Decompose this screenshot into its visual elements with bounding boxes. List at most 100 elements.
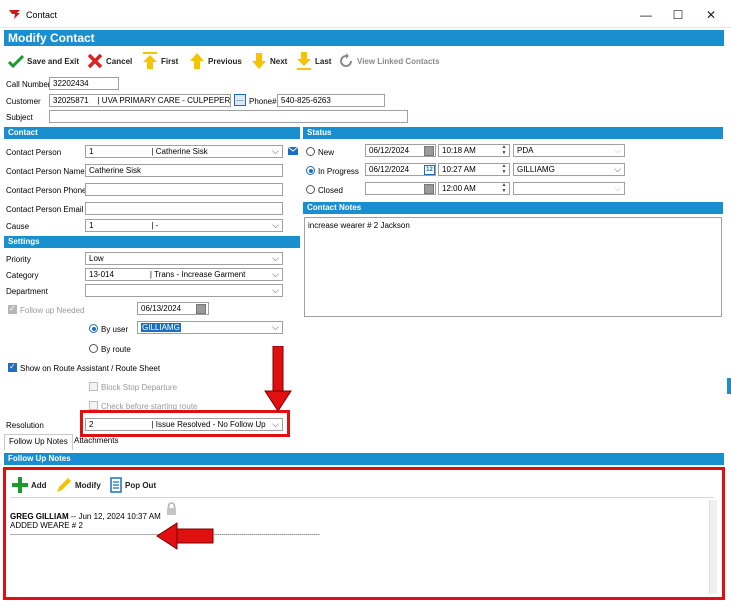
annotation-down-arrow-icon [264,346,292,412]
customer-lookup-button[interactable]: ... [234,94,246,106]
new-user-select[interactable]: PDA ⌵ [513,144,625,157]
status-inprogress-label: In Progress [318,167,359,176]
status-closed-label: Closed [318,186,343,195]
chevron-down-icon: ⌵ [272,322,279,332]
check-icon [8,54,24,68]
maximize-button[interactable]: ☐ [663,6,693,24]
subject-label: Subject [6,113,33,122]
cancel-label: Cancel [106,56,133,66]
show-route-checkbox[interactable] [8,362,17,372]
app-logo-icon [9,10,20,19]
tab-strip: Follow Up Notes Attachments [4,434,724,450]
follow-up-needed-checkbox[interactable] [8,304,17,314]
by-user-radio[interactable] [89,324,98,333]
calendar-icon[interactable] [196,304,206,314]
time-spinner[interactable]: ▲ ▼ [500,182,508,195]
category-id: 13-014 [89,270,114,279]
call-number-field[interactable]: 32202434 [49,77,119,90]
block-stop-checkbox[interactable] [89,382,98,391]
view-linked-label: View Linked Contacts [357,56,440,66]
refresh-link-icon [340,53,352,67]
tab-attachments[interactable]: Attachments [70,434,122,450]
category-name: | Trans - Increase Garment [149,270,246,279]
status-new-radio[interactable] [306,147,315,156]
minimize-button[interactable]: — [631,6,661,24]
by-user-select[interactable]: GILLIAMG ⌵ [137,321,283,334]
time-spinner[interactable]: ▲ ▼ [500,163,508,176]
status-section-header: Status [303,127,723,139]
last-label: Last [315,56,332,66]
inprogress-user-select[interactable]: GILLIAMG ⌵ [513,163,625,176]
priority-value: Low [89,254,104,263]
contact-person-name: | Catherine Sisk [151,147,208,156]
first-button[interactable]: First [142,52,178,70]
customer-name: | UVA PRIMARY CARE - CULPEPER [97,96,231,105]
phone-field[interactable]: 540-825-6263 [277,94,385,107]
email-icon[interactable] [288,147,298,155]
close-button[interactable]: ✕ [696,6,726,24]
first-arrow-icon [143,52,157,69]
chevron-down-icon: ⌵ [272,146,279,156]
previous-button[interactable]: Previous [189,52,242,70]
resolution-label: Resolution [6,421,44,430]
cause-label: Cause [6,222,30,231]
chevron-down-icon: ⌵ [272,220,279,230]
customer-label: Customer [6,97,41,106]
last-arrow-icon [297,52,311,70]
follow-up-needed-label: Follow up Needed [20,306,85,315]
contact-name-field[interactable]: Catherine Sisk [85,164,283,177]
department-select[interactable]: ⌵ [85,284,283,297]
contact-email-field[interactable] [85,202,283,215]
by-route-label: By route [101,345,131,354]
chevron-down-icon: ⌵ [272,253,279,263]
check-before-checkbox[interactable] [89,401,98,410]
contact-name-label: Contact Person Name [6,167,85,176]
toolbar: Save and Exit Cancel First Previous Next… [4,48,724,74]
calendar-icon[interactable] [424,146,434,156]
page-title: Modify Contact [4,30,724,46]
subject-field[interactable] [49,110,408,123]
priority-select[interactable]: Low ⌵ [85,252,283,265]
chevron-down-icon: ⌵ [614,164,621,174]
window-title: Contact [26,10,58,20]
contact-person-label: Contact Person [6,148,62,157]
save-exit-button[interactable]: Save and Exit [8,52,79,70]
contact-person-id: 1 [89,147,94,156]
contact-notes-textarea[interactable]: increase wearer # 2 Jackson [304,217,722,317]
call-number-label: Call Number [6,80,51,89]
resolution-highlight-box [80,410,290,437]
tab-follow-up-notes[interactable]: Follow Up Notes [4,434,73,450]
up-arrow-icon [190,53,204,69]
department-label: Department [6,287,48,296]
cause-select[interactable]: 1 | - ⌵ [85,219,283,232]
calendar-icon[interactable] [424,184,434,194]
cancel-button[interactable]: Cancel [87,52,132,70]
contact-person-select[interactable]: 1 | Catherine Sisk ⌵ [85,145,283,158]
phone-label: Phone# [249,97,277,106]
by-user-value: GILLIAMG [141,323,181,332]
time-spinner[interactable]: ▲ ▼ [500,144,508,157]
contact-email-label: Contact Person Email [6,205,84,214]
by-route-radio[interactable] [89,344,98,353]
next-button[interactable]: Next [251,52,287,70]
first-label: First [161,56,179,66]
chevron-down-icon: ⌵ [272,285,279,295]
new-user-value: PDA [517,146,534,155]
by-user-label: By user [101,325,129,334]
contact-phone-field[interactable] [85,183,283,196]
follow-up-highlight-box [3,467,725,600]
category-select[interactable]: 13-014 | Trans - Increase Garment ⌵ [85,268,283,281]
settings-section-header: Settings [4,236,300,248]
customer-field[interactable]: 32025871 | UVA PRIMARY CARE - CULPEPER [49,94,231,107]
previous-label: Previous [208,56,242,66]
chevron-down-icon: ⌵ [272,269,279,279]
status-inprogress-radio[interactable] [306,166,315,175]
chevron-down-icon: ⌵ [614,183,621,193]
last-button[interactable]: Last [296,52,331,70]
calendar-icon[interactable]: 12 [424,165,435,175]
status-closed-radio[interactable] [306,185,315,194]
closed-user-select[interactable]: ⌵ [513,182,625,195]
priority-label: Priority [6,255,31,264]
view-linked-contacts-button[interactable]: View Linked Contacts [338,52,440,70]
contact-phone-label: Contact Person Phone [6,186,87,195]
